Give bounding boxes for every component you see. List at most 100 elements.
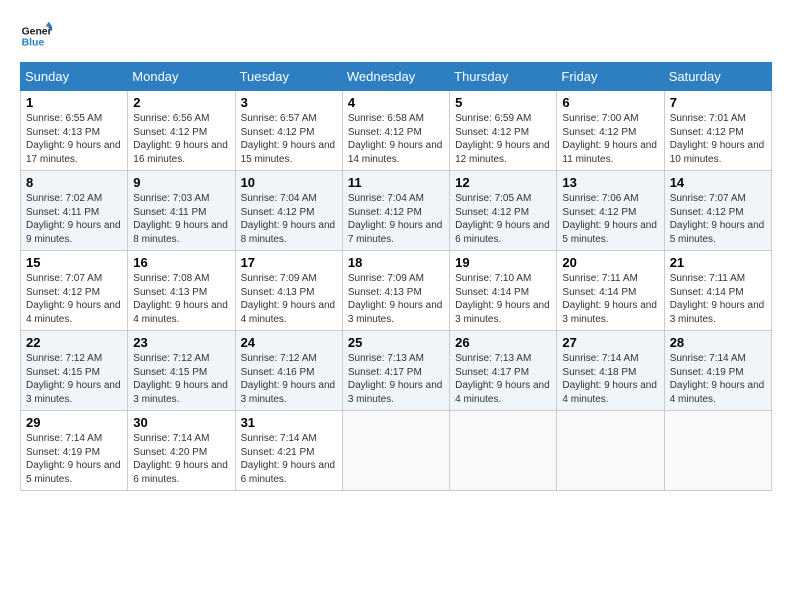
day-number: 13 [562, 175, 658, 190]
day-info: Sunrise: 7:04 AM Sunset: 4:12 PM Dayligh… [348, 192, 444, 246]
weekday-saturday: Saturday [664, 63, 771, 91]
day-info: Sunrise: 7:12 AM Sunset: 4:15 PM Dayligh… [26, 352, 122, 406]
weekday-thursday: Thursday [450, 63, 557, 91]
day-cell-5: 5 Sunrise: 6:59 AM Sunset: 4:12 PM Dayli… [450, 91, 557, 171]
week-row-5: 29 Sunrise: 7:14 AM Sunset: 4:19 PM Dayl… [21, 411, 772, 491]
day-cell-23: 23 Sunrise: 7:12 AM Sunset: 4:15 PM Dayl… [128, 331, 235, 411]
svg-text:General: General [22, 26, 52, 37]
day-cell-13: 13 Sunrise: 7:06 AM Sunset: 4:12 PM Dayl… [557, 171, 664, 251]
day-number: 21 [670, 255, 766, 270]
empty-cell [557, 411, 664, 491]
day-number: 22 [26, 335, 122, 350]
weekday-wednesday: Wednesday [342, 63, 449, 91]
day-info: Sunrise: 7:14 AM Sunset: 4:19 PM Dayligh… [26, 432, 122, 486]
empty-cell [664, 411, 771, 491]
day-cell-28: 28 Sunrise: 7:14 AM Sunset: 4:19 PM Dayl… [664, 331, 771, 411]
day-cell-12: 12 Sunrise: 7:05 AM Sunset: 4:12 PM Dayl… [450, 171, 557, 251]
day-cell-11: 11 Sunrise: 7:04 AM Sunset: 4:12 PM Dayl… [342, 171, 449, 251]
day-number: 8 [26, 175, 122, 190]
day-info: Sunrise: 7:14 AM Sunset: 4:20 PM Dayligh… [133, 432, 229, 486]
day-info: Sunrise: 7:08 AM Sunset: 4:13 PM Dayligh… [133, 272, 229, 326]
weekday-header: SundayMondayTuesdayWednesdayThursdayFrid… [21, 63, 772, 91]
day-info: Sunrise: 6:58 AM Sunset: 4:12 PM Dayligh… [348, 112, 444, 166]
day-info: Sunrise: 6:57 AM Sunset: 4:12 PM Dayligh… [241, 112, 337, 166]
day-number: 23 [133, 335, 229, 350]
day-number: 25 [348, 335, 444, 350]
day-cell-14: 14 Sunrise: 7:07 AM Sunset: 4:12 PM Dayl… [664, 171, 771, 251]
day-info: Sunrise: 7:07 AM Sunset: 4:12 PM Dayligh… [26, 272, 122, 326]
day-number: 7 [670, 95, 766, 110]
day-cell-20: 20 Sunrise: 7:11 AM Sunset: 4:14 PM Dayl… [557, 251, 664, 331]
day-number: 6 [562, 95, 658, 110]
day-cell-16: 16 Sunrise: 7:08 AM Sunset: 4:13 PM Dayl… [128, 251, 235, 331]
header: General Blue [20, 20, 772, 52]
day-number: 10 [241, 175, 337, 190]
day-cell-22: 22 Sunrise: 7:12 AM Sunset: 4:15 PM Dayl… [21, 331, 128, 411]
day-info: Sunrise: 6:55 AM Sunset: 4:13 PM Dayligh… [26, 112, 122, 166]
day-number: 17 [241, 255, 337, 270]
day-info: Sunrise: 7:12 AM Sunset: 4:16 PM Dayligh… [241, 352, 337, 406]
day-info: Sunrise: 7:05 AM Sunset: 4:12 PM Dayligh… [455, 192, 551, 246]
day-number: 24 [241, 335, 337, 350]
day-cell-24: 24 Sunrise: 7:12 AM Sunset: 4:16 PM Dayl… [235, 331, 342, 411]
day-cell-21: 21 Sunrise: 7:11 AM Sunset: 4:14 PM Dayl… [664, 251, 771, 331]
day-number: 1 [26, 95, 122, 110]
day-cell-29: 29 Sunrise: 7:14 AM Sunset: 4:19 PM Dayl… [21, 411, 128, 491]
day-cell-30: 30 Sunrise: 7:14 AM Sunset: 4:20 PM Dayl… [128, 411, 235, 491]
svg-text:Blue: Blue [22, 38, 45, 49]
weekday-sunday: Sunday [21, 63, 128, 91]
day-number: 4 [348, 95, 444, 110]
week-row-4: 22 Sunrise: 7:12 AM Sunset: 4:15 PM Dayl… [21, 331, 772, 411]
day-info: Sunrise: 7:14 AM Sunset: 4:18 PM Dayligh… [562, 352, 658, 406]
day-number: 3 [241, 95, 337, 110]
day-info: Sunrise: 7:09 AM Sunset: 4:13 PM Dayligh… [348, 272, 444, 326]
day-number: 20 [562, 255, 658, 270]
day-cell-9: 9 Sunrise: 7:03 AM Sunset: 4:11 PM Dayli… [128, 171, 235, 251]
day-number: 9 [133, 175, 229, 190]
day-info: Sunrise: 7:04 AM Sunset: 4:12 PM Dayligh… [241, 192, 337, 246]
day-number: 26 [455, 335, 551, 350]
day-number: 19 [455, 255, 551, 270]
day-info: Sunrise: 7:06 AM Sunset: 4:12 PM Dayligh… [562, 192, 658, 246]
day-info: Sunrise: 6:59 AM Sunset: 4:12 PM Dayligh… [455, 112, 551, 166]
day-number: 31 [241, 415, 337, 430]
day-info: Sunrise: 7:03 AM Sunset: 4:11 PM Dayligh… [133, 192, 229, 246]
day-info: Sunrise: 7:12 AM Sunset: 4:15 PM Dayligh… [133, 352, 229, 406]
day-info: Sunrise: 7:11 AM Sunset: 4:14 PM Dayligh… [562, 272, 658, 326]
day-info: Sunrise: 6:56 AM Sunset: 4:12 PM Dayligh… [133, 112, 229, 166]
day-info: Sunrise: 7:13 AM Sunset: 4:17 PM Dayligh… [455, 352, 551, 406]
logo-icon: General Blue [20, 20, 52, 52]
calendar-body: 1 Sunrise: 6:55 AM Sunset: 4:13 PM Dayli… [21, 91, 772, 491]
day-cell-15: 15 Sunrise: 7:07 AM Sunset: 4:12 PM Dayl… [21, 251, 128, 331]
calendar: SundayMondayTuesdayWednesdayThursdayFrid… [20, 62, 772, 491]
empty-cell [342, 411, 449, 491]
day-info: Sunrise: 7:01 AM Sunset: 4:12 PM Dayligh… [670, 112, 766, 166]
day-number: 2 [133, 95, 229, 110]
day-cell-19: 19 Sunrise: 7:10 AM Sunset: 4:14 PM Dayl… [450, 251, 557, 331]
day-info: Sunrise: 7:14 AM Sunset: 4:19 PM Dayligh… [670, 352, 766, 406]
day-cell-1: 1 Sunrise: 6:55 AM Sunset: 4:13 PM Dayli… [21, 91, 128, 171]
day-info: Sunrise: 7:13 AM Sunset: 4:17 PM Dayligh… [348, 352, 444, 406]
day-cell-26: 26 Sunrise: 7:13 AM Sunset: 4:17 PM Dayl… [450, 331, 557, 411]
day-info: Sunrise: 7:00 AM Sunset: 4:12 PM Dayligh… [562, 112, 658, 166]
day-info: Sunrise: 7:02 AM Sunset: 4:11 PM Dayligh… [26, 192, 122, 246]
day-number: 27 [562, 335, 658, 350]
day-info: Sunrise: 7:14 AM Sunset: 4:21 PM Dayligh… [241, 432, 337, 486]
week-row-1: 1 Sunrise: 6:55 AM Sunset: 4:13 PM Dayli… [21, 91, 772, 171]
day-number: 28 [670, 335, 766, 350]
day-number: 30 [133, 415, 229, 430]
day-cell-6: 6 Sunrise: 7:00 AM Sunset: 4:12 PM Dayli… [557, 91, 664, 171]
day-cell-17: 17 Sunrise: 7:09 AM Sunset: 4:13 PM Dayl… [235, 251, 342, 331]
week-row-3: 15 Sunrise: 7:07 AM Sunset: 4:12 PM Dayl… [21, 251, 772, 331]
day-cell-2: 2 Sunrise: 6:56 AM Sunset: 4:12 PM Dayli… [128, 91, 235, 171]
day-cell-10: 10 Sunrise: 7:04 AM Sunset: 4:12 PM Dayl… [235, 171, 342, 251]
day-cell-31: 31 Sunrise: 7:14 AM Sunset: 4:21 PM Dayl… [235, 411, 342, 491]
day-info: Sunrise: 7:07 AM Sunset: 4:12 PM Dayligh… [670, 192, 766, 246]
day-number: 12 [455, 175, 551, 190]
empty-cell [450, 411, 557, 491]
day-cell-27: 27 Sunrise: 7:14 AM Sunset: 4:18 PM Dayl… [557, 331, 664, 411]
day-number: 11 [348, 175, 444, 190]
day-number: 15 [26, 255, 122, 270]
week-row-2: 8 Sunrise: 7:02 AM Sunset: 4:11 PM Dayli… [21, 171, 772, 251]
day-cell-25: 25 Sunrise: 7:13 AM Sunset: 4:17 PM Dayl… [342, 331, 449, 411]
